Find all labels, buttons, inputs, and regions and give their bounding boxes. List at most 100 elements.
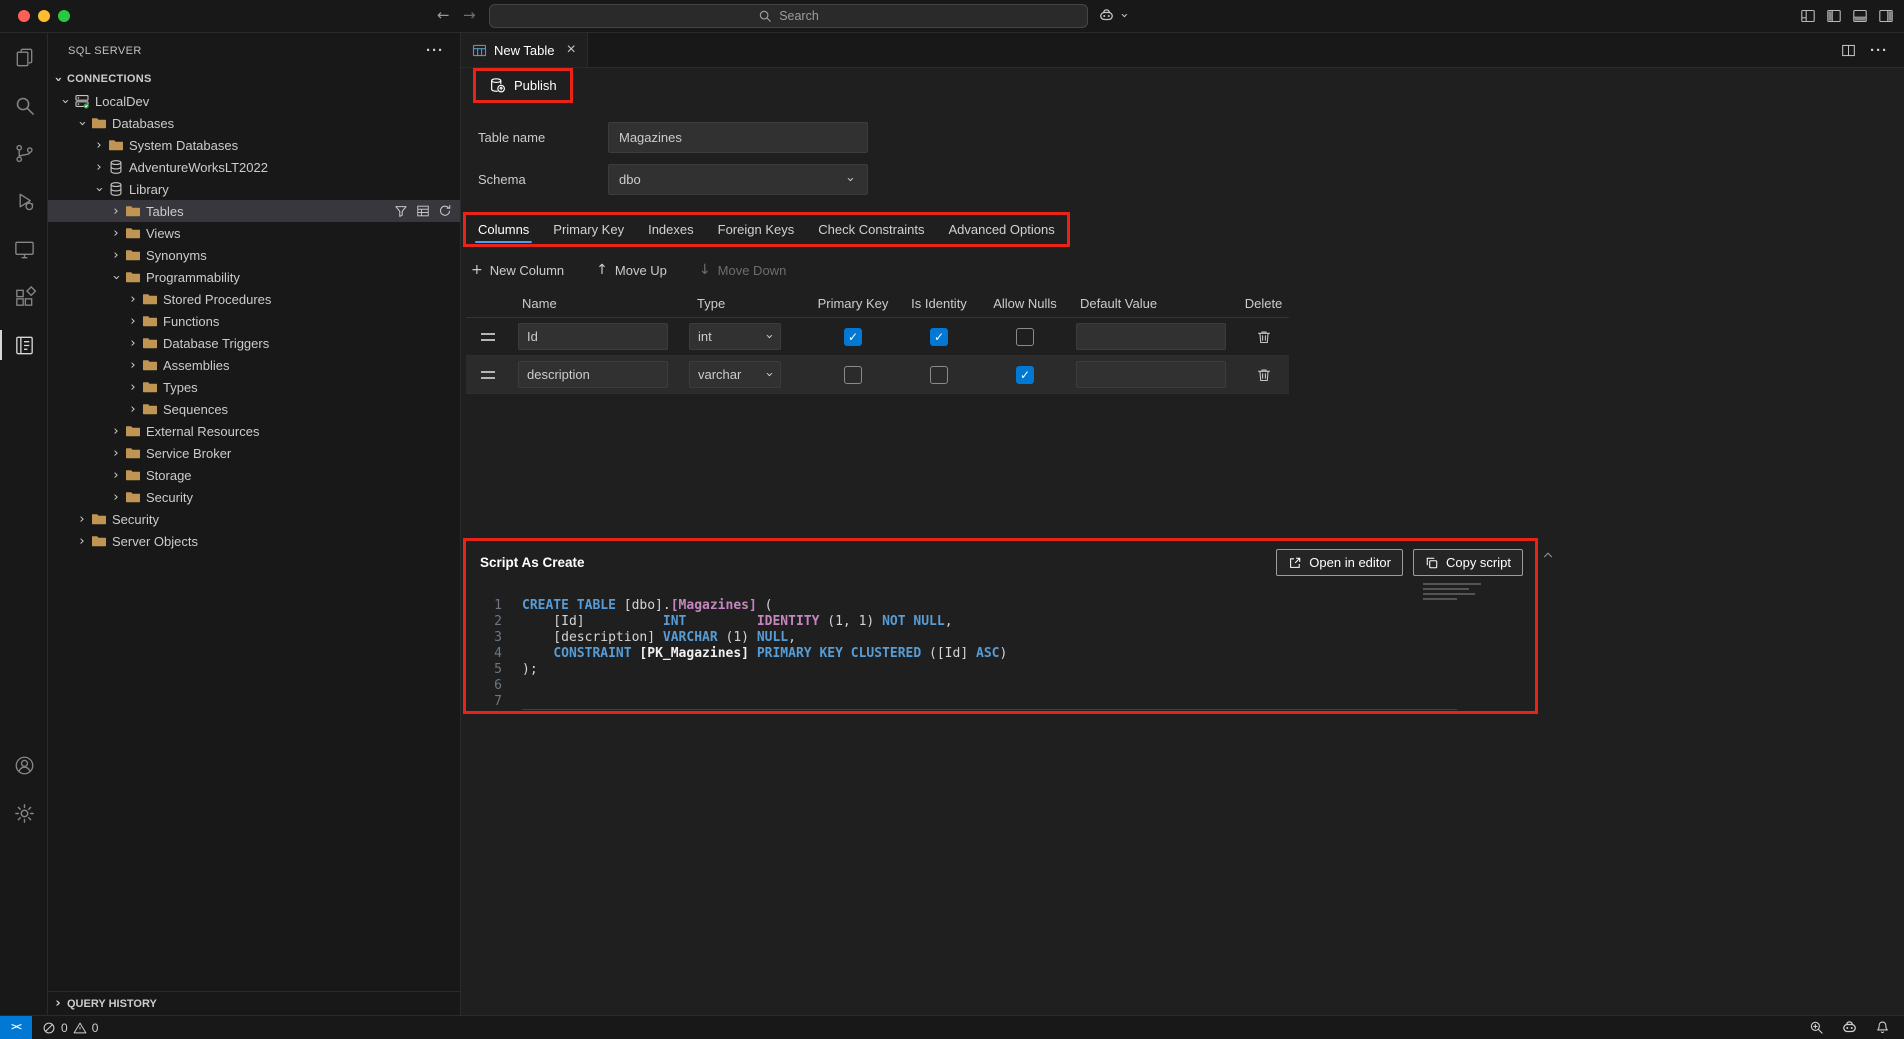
is-identity-checkbox[interactable] bbox=[930, 366, 948, 384]
vscode-window: ← → Search › SQL SERVER ··· › bbox=[0, 0, 1904, 1039]
tree-item-label: Tables bbox=[146, 204, 184, 219]
chevron-right-icon: › bbox=[109, 227, 123, 240]
source-control-icon[interactable] bbox=[0, 129, 48, 177]
drag-handle[interactable] bbox=[481, 371, 495, 379]
problems-status[interactable]: 0 0 bbox=[42, 1021, 98, 1035]
column-type-select[interactable]: int› bbox=[689, 323, 781, 350]
remote-explorer-icon[interactable] bbox=[0, 225, 48, 273]
toggle-panel-icon[interactable] bbox=[1852, 8, 1868, 24]
tree-item-library[interactable]: ›Library bbox=[48, 178, 460, 200]
filter-icon[interactable] bbox=[394, 204, 408, 218]
drag-handle[interactable] bbox=[481, 333, 495, 341]
column-name-input[interactable] bbox=[518, 323, 668, 350]
tree-item-database-triggers[interactable]: ›Database Triggers bbox=[48, 332, 460, 354]
tab-new-table[interactable]: New Table × bbox=[461, 33, 588, 67]
command-center-search[interactable]: Search bbox=[489, 4, 1088, 28]
close-tab-icon[interactable]: × bbox=[566, 41, 575, 59]
zoom-icon[interactable] bbox=[1809, 1020, 1824, 1035]
tab-advanced-options[interactable]: Advanced Options bbox=[936, 215, 1066, 244]
tree-item-sequences[interactable]: ›Sequences bbox=[48, 398, 460, 420]
scroll-up-icon[interactable] bbox=[1541, 548, 1555, 562]
allow-nulls-checkbox[interactable] bbox=[1016, 366, 1034, 384]
query-history-section-header[interactable]: › QUERY HISTORY bbox=[48, 991, 460, 1015]
split-editor-icon[interactable] bbox=[1841, 43, 1856, 58]
folder-icon bbox=[125, 467, 141, 483]
sql-server-icon[interactable] bbox=[0, 321, 48, 369]
tree-item-adventureworkslt2022[interactable]: ›AdventureWorksLT2022 bbox=[48, 156, 460, 178]
tree-item-service-broker[interactable]: ›Service Broker bbox=[48, 442, 460, 464]
open-in-editor-label: Open in editor bbox=[1309, 555, 1391, 570]
copilot-menu[interactable]: › bbox=[1098, 7, 1131, 24]
sidebar-more-actions-icon[interactable]: ··· bbox=[426, 42, 444, 59]
sql-code-editor[interactable]: 1CREATE TABLE [dbo].[Magazines] (2 [Id] … bbox=[466, 598, 1457, 710]
tree-item-databases[interactable]: ›Databases bbox=[48, 112, 460, 134]
primary-key-checkbox[interactable] bbox=[844, 366, 862, 384]
tree-item-functions[interactable]: ›Functions bbox=[48, 310, 460, 332]
chevron-down-icon: › bbox=[1118, 9, 1131, 23]
column-name-input[interactable] bbox=[518, 361, 668, 388]
tree-item-views[interactable]: ›Views bbox=[48, 222, 460, 244]
move-up-button[interactable]: ↑ Move Up bbox=[596, 262, 667, 278]
tree-item-types[interactable]: ›Types bbox=[48, 376, 460, 398]
tree-item-security[interactable]: ›Security bbox=[48, 486, 460, 508]
query-history-section-label: QUERY HISTORY bbox=[67, 998, 157, 1010]
customize-layout-icon[interactable] bbox=[1800, 8, 1816, 24]
schema-select[interactable]: dbo › bbox=[608, 164, 868, 195]
go-back-button[interactable]: ← bbox=[437, 6, 450, 24]
publish-button[interactable]: Publish bbox=[476, 71, 570, 100]
minimize-window-button[interactable] bbox=[38, 10, 50, 22]
toggle-sidebar-icon[interactable] bbox=[1826, 8, 1842, 24]
tree-item-localdev[interactable]: ›LocalDev bbox=[48, 90, 460, 112]
tree-item-storage[interactable]: ›Storage bbox=[48, 464, 460, 486]
tab-indexes[interactable]: Indexes bbox=[636, 215, 706, 244]
delete-row-icon[interactable] bbox=[1256, 329, 1272, 345]
tree-item-assemblies[interactable]: ›Assemblies bbox=[48, 354, 460, 376]
extensions-icon[interactable] bbox=[0, 273, 48, 321]
copy-script-button[interactable]: Copy script bbox=[1413, 549, 1523, 576]
column-header-primary-key: Primary Key bbox=[810, 290, 896, 317]
status-bar-right bbox=[1809, 1019, 1904, 1036]
open-in-editor-button[interactable]: Open in editor bbox=[1276, 549, 1403, 576]
toggle-secondary-sidebar-icon[interactable] bbox=[1878, 8, 1894, 24]
sidebar-header: SQL SERVER ··· bbox=[48, 33, 460, 68]
column-type-select[interactable]: varchar› bbox=[689, 361, 781, 388]
table-name-input[interactable] bbox=[608, 122, 868, 153]
refresh-icon[interactable] bbox=[438, 204, 452, 218]
run-debug-icon[interactable] bbox=[0, 177, 48, 225]
new-column-button[interactable]: + New Column bbox=[471, 262, 564, 278]
move-down-button[interactable]: ↓ Move Down bbox=[699, 262, 786, 278]
copilot-status-icon[interactable] bbox=[1841, 1019, 1858, 1036]
tree-item-system-databases[interactable]: ›System Databases bbox=[48, 134, 460, 156]
chevron-down-icon: › bbox=[76, 116, 89, 130]
tree-item-tables[interactable]: ›Tables bbox=[48, 200, 460, 222]
connections-section-header[interactable]: › CONNECTIONS bbox=[48, 68, 460, 90]
is-identity-checkbox[interactable] bbox=[930, 328, 948, 346]
remote-indicator[interactable]: >< bbox=[0, 1016, 32, 1039]
accounts-icon[interactable] bbox=[0, 741, 48, 789]
settings-gear-icon[interactable] bbox=[0, 789, 48, 837]
tablegrid-icon[interactable] bbox=[416, 204, 430, 218]
editor-more-actions-icon[interactable]: ··· bbox=[1870, 42, 1888, 59]
search-icon[interactable] bbox=[0, 81, 48, 129]
go-forward-button[interactable]: → bbox=[463, 6, 476, 24]
tab-primary-key[interactable]: Primary Key bbox=[541, 215, 636, 244]
allow-nulls-checkbox[interactable] bbox=[1016, 328, 1034, 346]
tab-columns[interactable]: Columns bbox=[466, 215, 541, 244]
tree-item-security[interactable]: ›Security bbox=[48, 508, 460, 530]
tab-check-constraints[interactable]: Check Constraints bbox=[806, 215, 936, 244]
explorer-icon[interactable] bbox=[0, 33, 48, 81]
close-window-button[interactable] bbox=[18, 10, 30, 22]
maximize-window-button[interactable] bbox=[58, 10, 70, 22]
tree-item-programmability[interactable]: ›Programmability bbox=[48, 266, 460, 288]
default-value-input[interactable] bbox=[1076, 361, 1226, 388]
editor-group-actions: ··· bbox=[1841, 33, 1904, 67]
delete-row-icon[interactable] bbox=[1256, 367, 1272, 383]
tree-item-stored-procedures[interactable]: ›Stored Procedures bbox=[48, 288, 460, 310]
tree-item-server-objects[interactable]: ›Server Objects bbox=[48, 530, 460, 552]
tree-item-synonyms[interactable]: ›Synonyms bbox=[48, 244, 460, 266]
primary-key-checkbox[interactable] bbox=[844, 328, 862, 346]
tab-foreign-keys[interactable]: Foreign Keys bbox=[706, 215, 807, 244]
default-value-input[interactable] bbox=[1076, 323, 1226, 350]
tree-item-external-resources[interactable]: ›External Resources bbox=[48, 420, 460, 442]
notifications-bell-icon[interactable] bbox=[1875, 1020, 1890, 1035]
